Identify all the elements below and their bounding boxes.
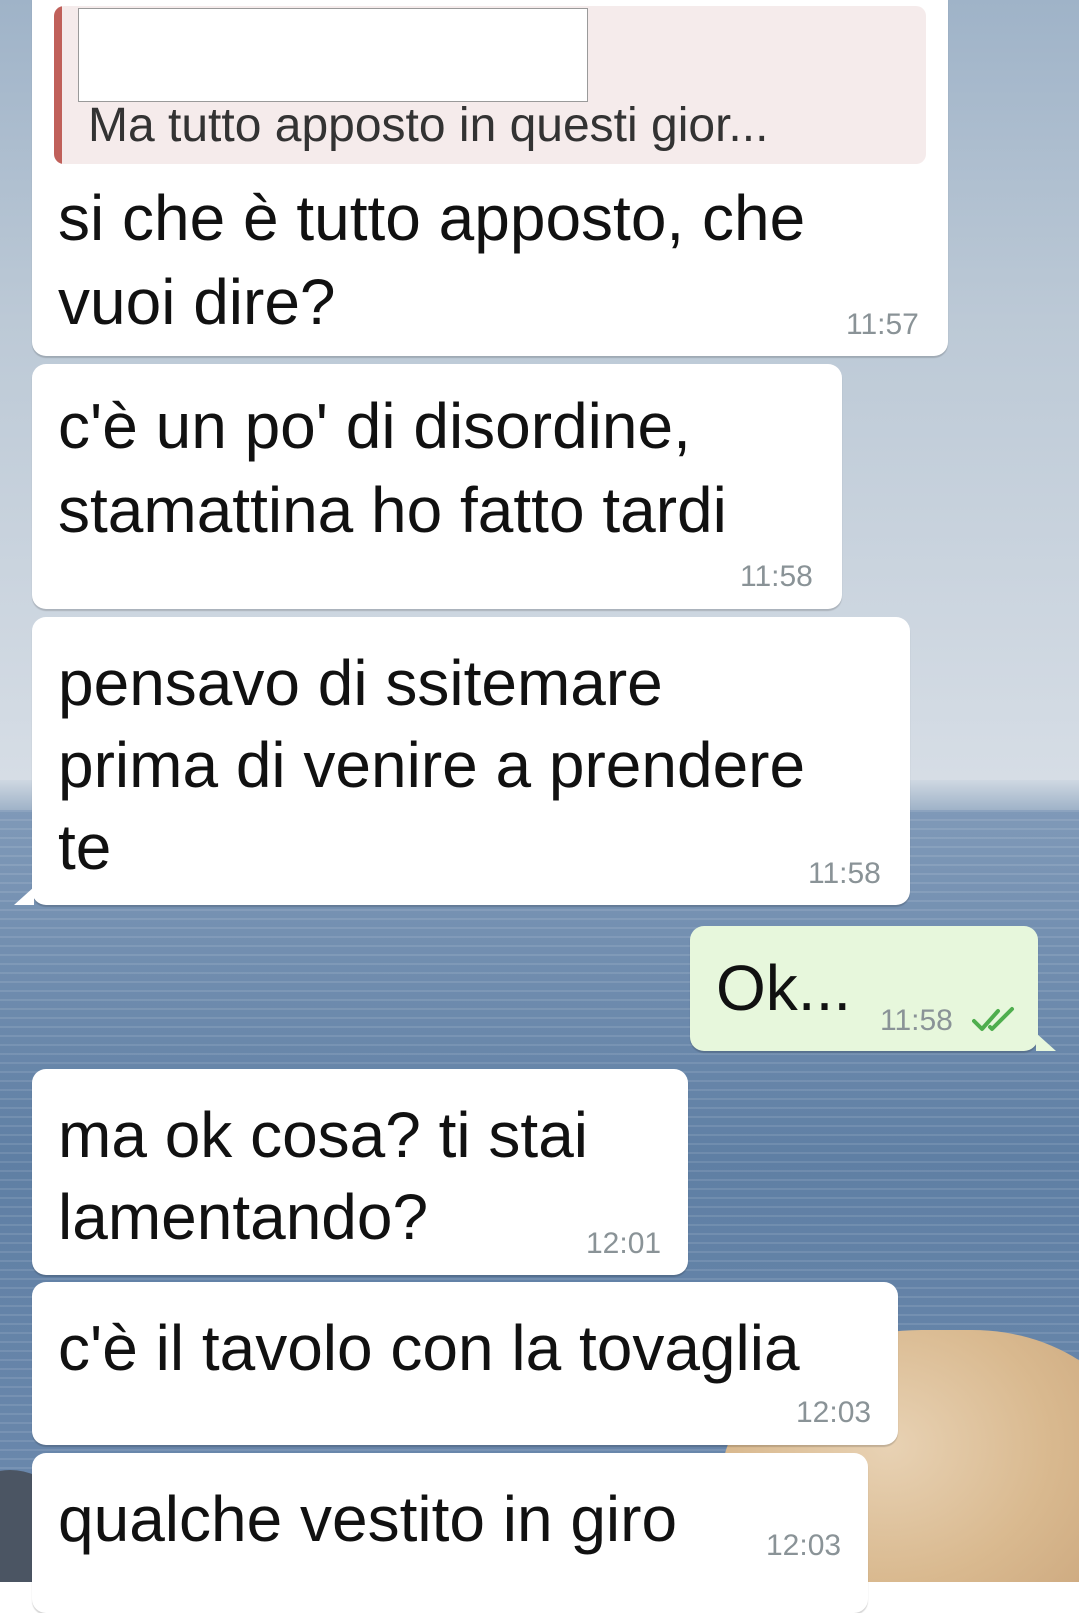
message-text-line: pensavo di ssitemare [58, 647, 663, 719]
message-text-line: te [58, 811, 112, 883]
message-text-line: vuoi dire? [58, 266, 336, 338]
quoted-reply[interactable]: Ma tutto apposto in questi gior... [54, 6, 926, 164]
message-bubble-outgoing[interactable]: Ok... 11:58 [690, 926, 1038, 1051]
message-text-line: Ok... [716, 952, 852, 1024]
message-timestamp: 11:58 [880, 1004, 953, 1037]
bubble-tail-outgoing [1036, 1033, 1056, 1051]
message-timestamp: 12:03 [766, 1529, 842, 1562]
redacted-sender-name [78, 8, 588, 102]
quoted-message-text: Ma tutto apposto in questi gior... [88, 99, 769, 152]
message-text-line: lamentando? [58, 1181, 429, 1253]
message-bubble-incoming[interactable]: c'è il tavolo con la tovaglia 12:03 [32, 1282, 898, 1445]
message-timestamp: 11:58 [740, 560, 813, 593]
message-text-line: prima di venire a prendere [58, 729, 806, 801]
message-text-line: ma ok cosa? ti stai [58, 1099, 588, 1171]
message-bubble-incoming[interactable]: qualche vestito in giro 12:03 [32, 1453, 868, 1613]
bubble-tail-incoming [14, 887, 34, 905]
double-check-read-icon [972, 1007, 1014, 1031]
message-bubble-incoming[interactable]: c'è un po' di disordine, stamattina ho f… [32, 364, 842, 609]
message-bubble-incoming[interactable]: Ma tutto apposto in questi gior... si ch… [32, 0, 948, 356]
message-timestamp: 12:03 [796, 1396, 872, 1429]
message-bubble-incoming[interactable]: pensavo di ssitemare prima di venire a p… [32, 617, 910, 905]
message-timestamp: 11:57 [846, 308, 919, 341]
quote-accent-bar [54, 6, 62, 164]
message-text-line: qualche vestito in giro [58, 1483, 678, 1555]
message-text-line: si che è tutto apposto, che [58, 182, 806, 254]
message-text-line: c'è un po' di disordine, [58, 390, 691, 462]
message-timestamp: 12:01 [586, 1227, 662, 1260]
message-timestamp: 11:58 [808, 857, 881, 890]
message-text-line: stamattina ho fatto tardi [58, 474, 727, 546]
message-text-line: c'è il tavolo con la tovaglia [58, 1312, 800, 1384]
message-bubble-incoming[interactable]: ma ok cosa? ti stai lamentando? 12:01 [32, 1069, 688, 1275]
